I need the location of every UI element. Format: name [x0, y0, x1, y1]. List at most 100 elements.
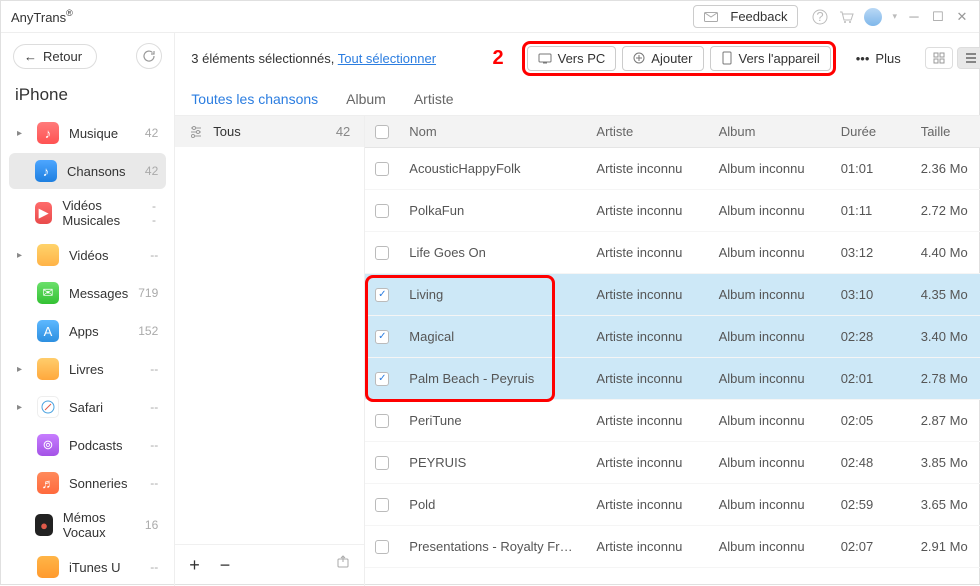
device-name: iPhone	[1, 79, 174, 115]
cell-size: 3.65 Mo	[911, 489, 980, 520]
more-button[interactable]: ••• Plus	[856, 51, 901, 66]
select-all-checkbox[interactable]	[375, 125, 389, 139]
cell-duration: 02:28	[831, 321, 911, 352]
sidebar-count: --	[150, 438, 158, 452]
table-row[interactable]: Life Goes OnArtiste inconnuAlbum inconnu…	[365, 232, 980, 274]
to-device-label: Vers l'appareil	[739, 51, 820, 66]
sidebar-item-messages[interactable]: ✉Messages719	[9, 275, 166, 311]
sidebar-item-podcasts[interactable]: ⊚ Podcasts --	[9, 427, 166, 463]
help-icon[interactable]: ?	[812, 9, 828, 25]
app-title: AnyTrans®	[11, 8, 73, 26]
sidebar-item-mémos-vocaux[interactable]: ●Mémos Vocaux16	[9, 503, 166, 547]
row-checkbox[interactable]	[375, 246, 389, 260]
sidebar-label: Messages	[69, 286, 128, 301]
sidebar-item-musique[interactable]: ▸♪Musique42	[9, 115, 166, 151]
chevron-icon: ▸	[17, 402, 27, 413]
row-checkbox[interactable]	[375, 288, 389, 302]
to-pc-button[interactable]: Vers PC	[527, 46, 617, 71]
col-duration[interactable]: Durée	[831, 116, 911, 147]
cell-album: Album inconnu	[709, 153, 831, 184]
dropdown-icon[interactable]: ▾	[892, 11, 897, 22]
row-checkbox[interactable]	[375, 456, 389, 470]
cell-artist: Artiste inconnu	[586, 321, 708, 352]
cell-artist: Artiste inconnu	[586, 153, 708, 184]
row-checkbox[interactable]	[375, 162, 389, 176]
filter-all-count: 42	[336, 124, 350, 139]
tab-all-songs[interactable]: Toutes les chansons	[191, 83, 318, 115]
sidebar-item-livres[interactable]: ▸Livres--	[9, 351, 166, 387]
col-album[interactable]: Album	[709, 116, 831, 147]
sidebar-item-vidéos[interactable]: ▸Vidéos--	[9, 237, 166, 273]
feedback-button[interactable]: Feedback	[693, 5, 798, 28]
plus-icon	[633, 52, 645, 64]
sidebar-label: Musique	[69, 126, 118, 141]
cell-name: Pold	[399, 489, 586, 520]
row-checkbox[interactable]	[375, 204, 389, 218]
cell-duration: 01:01	[831, 153, 911, 184]
to-pc-label: Vers PC	[558, 51, 606, 66]
cell-name: Life Goes On	[399, 237, 586, 268]
sidebar-item-apps[interactable]: AApps152	[9, 313, 166, 349]
close-button[interactable]: ✕	[955, 9, 969, 25]
back-button[interactable]: ← Retour	[13, 44, 97, 69]
titlebar: AnyTrans® Feedback ? ▾ ─ ☐ ✕	[1, 1, 979, 33]
cell-size: 2.72 Mo	[911, 195, 980, 226]
table-row[interactable]: AcousticHappyFolkArtiste inconnuAlbum in…	[365, 148, 980, 190]
table-row[interactable]: PolkaFunArtiste inconnuAlbum inconnu01:1…	[365, 190, 980, 232]
grid-view-button[interactable]	[925, 47, 953, 69]
category-icon: ⊚	[37, 434, 59, 456]
avatar[interactable]	[864, 8, 882, 26]
to-device-button[interactable]: Vers l'appareil	[710, 46, 831, 71]
sidebar-item-sonneries[interactable]: ♬Sonneries--	[9, 465, 166, 501]
row-checkbox[interactable]	[375, 372, 389, 386]
back-label: Retour	[43, 49, 82, 64]
chevron-icon: ▸	[17, 250, 27, 261]
sidebar-item-safari[interactable]: ▸Safari--	[9, 389, 166, 425]
table-row[interactable]: PeriTuneArtiste inconnuAlbum inconnu02:0…	[365, 400, 980, 442]
sidebar-label: Podcasts	[69, 438, 122, 453]
cell-album: Album inconnu	[709, 447, 831, 478]
cart-icon[interactable]	[838, 9, 854, 25]
cell-size: 3.85 Mo	[911, 447, 980, 478]
row-checkbox[interactable]	[375, 330, 389, 344]
refresh-button[interactable]	[136, 43, 162, 69]
filter-all-label: Tous	[213, 124, 240, 139]
export-icon[interactable]	[336, 555, 350, 576]
sidebar-label: Livres	[69, 362, 104, 377]
table-row[interactable]: PEYRUISArtiste inconnuAlbum inconnu02:48…	[365, 442, 980, 484]
remove-playlist-button[interactable]: −	[220, 555, 231, 576]
cell-artist: Artiste inconnu	[586, 237, 708, 268]
cell-size: 2.91 Mo	[911, 531, 980, 562]
table-row[interactable]: LivingArtiste inconnuAlbum inconnu03:104…	[365, 274, 980, 316]
minimize-button[interactable]: ─	[907, 9, 921, 24]
sidebar-item-itunes-u[interactable]: iTunes U--	[9, 549, 166, 585]
tab-artist[interactable]: Artiste	[414, 83, 454, 115]
tabs: Toutes les chansons Album Artiste	[175, 83, 980, 116]
tab-album[interactable]: Album	[346, 83, 386, 115]
feedback-label: Feedback	[730, 9, 787, 24]
chevron-icon: ▸	[17, 364, 27, 375]
category-icon	[37, 358, 59, 380]
select-all-link[interactable]: Tout sélectionner	[338, 51, 436, 66]
table-row[interactable]: MagicalArtiste inconnuAlbum inconnu02:28…	[365, 316, 980, 358]
filter-all-row[interactable]: Tous 42	[175, 116, 364, 147]
sidebar-item-chansons[interactable]: ♪Chansons42	[9, 153, 166, 189]
col-size[interactable]: Taille	[911, 116, 980, 147]
cell-duration: 03:12	[831, 237, 911, 268]
add-playlist-button[interactable]: +	[189, 555, 200, 576]
maximize-button[interactable]: ☐	[931, 9, 945, 25]
row-checkbox[interactable]	[375, 498, 389, 512]
table-row[interactable]: PoldArtiste inconnuAlbum inconnu02:593.6…	[365, 484, 980, 526]
to-device-icon	[721, 51, 733, 65]
list-view-button[interactable]	[957, 47, 980, 69]
col-name[interactable]: Nom	[399, 116, 586, 147]
sidebar-item-vidéos-musicales[interactable]: ▶Vidéos Musicales--	[9, 191, 166, 235]
table-row[interactable]: Palm Beach - PeyruisArtiste inconnuAlbum…	[365, 358, 980, 400]
table-row[interactable]: Presentations - Royalty Free Cor...Artis…	[365, 526, 980, 568]
row-checkbox[interactable]	[375, 540, 389, 554]
row-checkbox[interactable]	[375, 414, 389, 428]
cell-duration: 03:10	[831, 279, 911, 310]
col-artist[interactable]: Artiste	[586, 116, 708, 147]
add-button[interactable]: Ajouter	[622, 46, 703, 71]
sidebar-count: 16	[145, 518, 158, 532]
